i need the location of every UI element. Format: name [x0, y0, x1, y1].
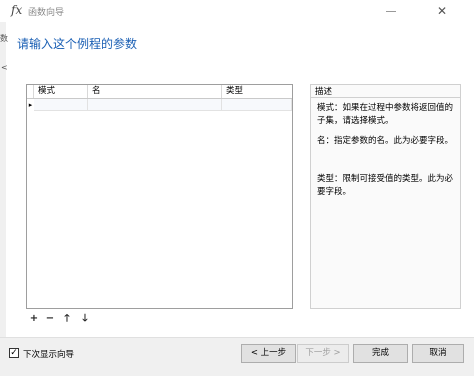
- grid-header: 模式 名 类型: [27, 85, 292, 99]
- cancel-button[interactable]: 取消: [412, 344, 464, 363]
- finish-button[interactable]: 完成: [353, 344, 408, 363]
- remove-icon[interactable]: −: [45, 314, 55, 324]
- description-type: 类型：限制可接受值的类型。此为必要字段。: [317, 174, 454, 197]
- cell-name[interactable]: [88, 99, 222, 111]
- grid-corner: [27, 85, 34, 98]
- title-bar: fx 函数向导 ✕: [0, 0, 474, 22]
- move-up-icon[interactable]: 🡑: [62, 314, 72, 324]
- column-header-name[interactable]: 名: [88, 85, 222, 98]
- minimize-button[interactable]: [376, 0, 406, 22]
- window-title: 函数向导: [28, 8, 65, 18]
- description-name: 名：指定参数的名。此为必要字段。: [317, 136, 454, 146]
- cell-type[interactable]: [222, 99, 292, 111]
- description-title: 描述: [315, 87, 333, 97]
- description-divider: [311, 97, 460, 98]
- next-button[interactable]: 下一步 >: [297, 344, 349, 363]
- description-mode: 模式：如果在过程中参数将返回值的子集，请选择模式。: [317, 103, 454, 126]
- page-heading: 请输入这个例程的参数: [17, 37, 138, 51]
- description-panel: 描述 模式：如果在过程中参数将返回值的子集，请选择模式。 名：指定参数的名。此为…: [310, 84, 461, 309]
- function-icon: fx: [11, 3, 23, 17]
- show-wizard-label[interactable]: 下次显示向导: [23, 348, 74, 360]
- column-header-mode[interactable]: 模式: [34, 85, 88, 98]
- cell-mode[interactable]: [34, 99, 88, 111]
- column-header-type[interactable]: 类型: [222, 85, 292, 98]
- show-wizard-checkbox[interactable]: ✓: [9, 348, 19, 358]
- background-window-strip: [0, 22, 6, 375]
- add-icon[interactable]: +: [29, 314, 39, 324]
- parameter-grid[interactable]: 模式 名 类型 ▸: [26, 84, 293, 309]
- close-button[interactable]: ✕: [422, 0, 462, 22]
- row-indicator-icon: ▸: [28, 101, 33, 109]
- previous-button[interactable]: < 上一步: [241, 344, 296, 363]
- move-down-icon[interactable]: 🡓: [80, 314, 90, 324]
- background-text: <: [1, 63, 8, 72]
- background-text: 数: [0, 34, 8, 43]
